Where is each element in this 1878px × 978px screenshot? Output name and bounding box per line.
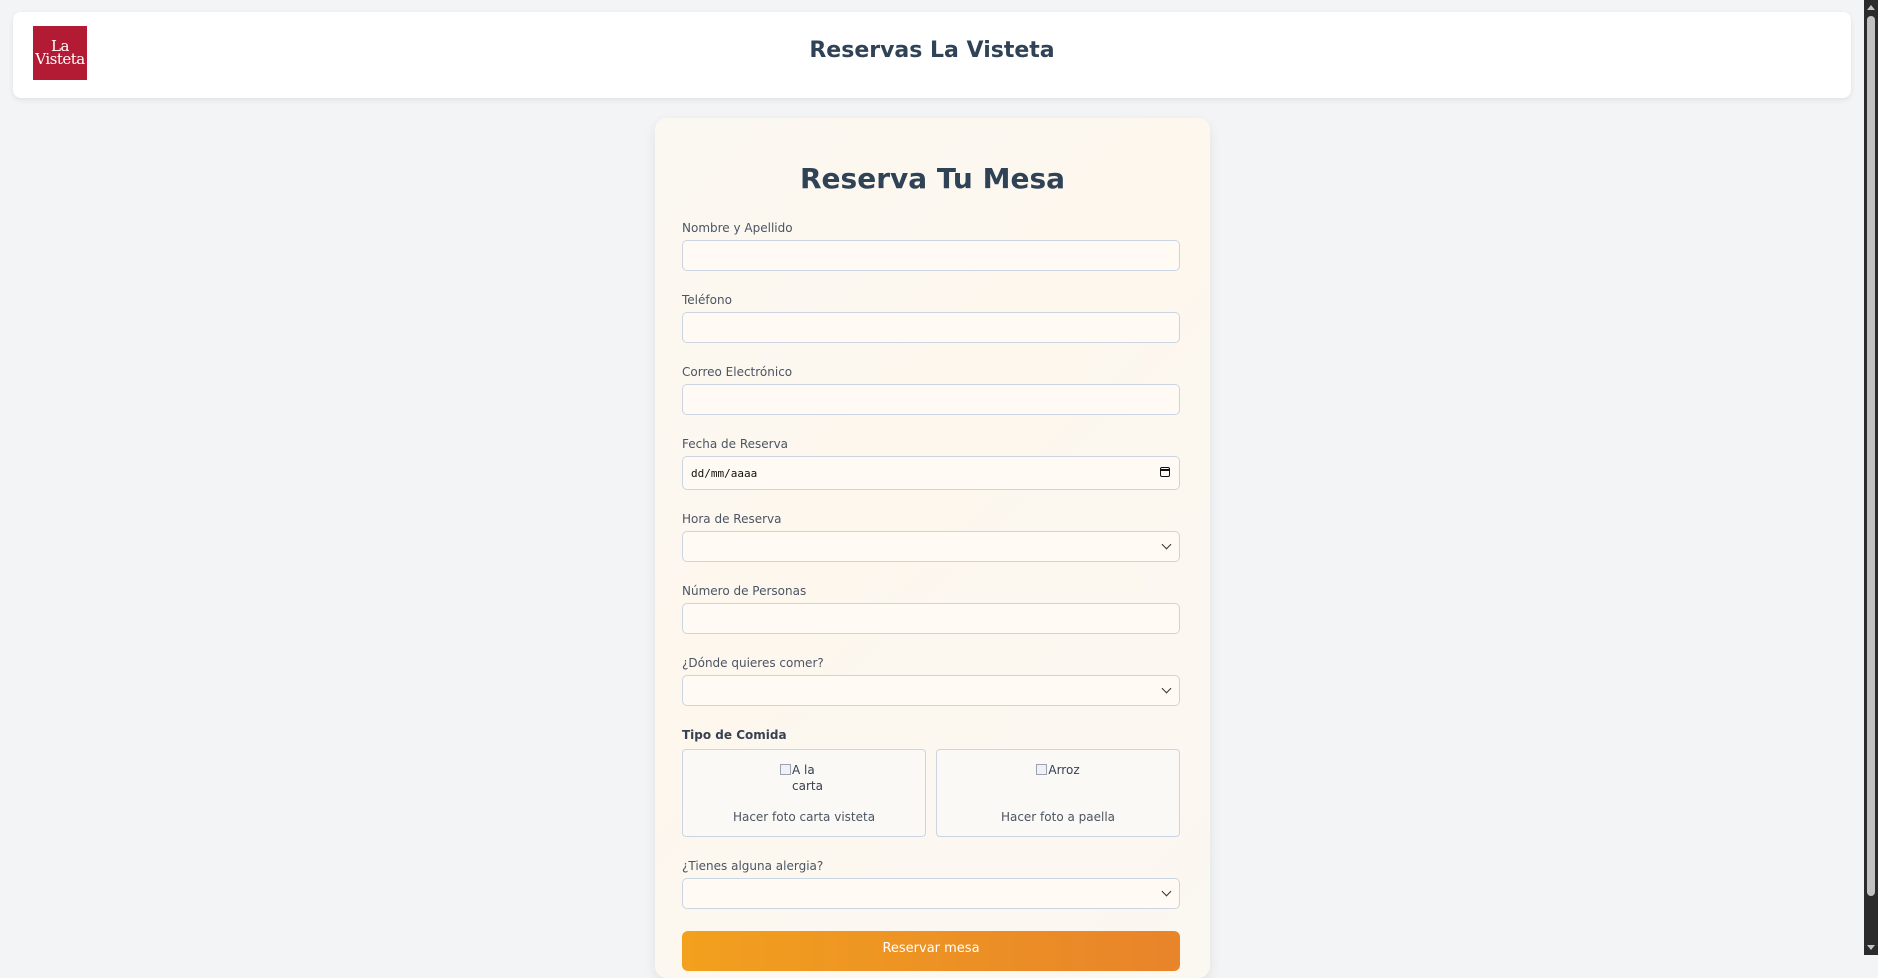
broken-image-icon [1036,764,1048,775]
email-label: Correo Electrónico [682,365,793,379]
date-input[interactable]: dd/mm/aaaa [682,456,1180,490]
location-select[interactable] [682,675,1180,706]
food-option-text: Hacer foto carta visteta [732,810,876,824]
chevron-down-icon [1161,886,1172,897]
chevron-down-icon [1161,539,1172,550]
scrollbar[interactable] [1864,0,1878,955]
scrollbar-thumb[interactable] [1867,16,1875,896]
page-title: Reservas La Visteta [809,38,1055,63]
time-label: Hora de Reserva [682,512,782,526]
name-label: Nombre y Apellido [682,221,793,235]
food-type-label: Tipo de Comida [682,728,787,742]
scroll-up-icon[interactable] [1867,5,1875,10]
phone-label: Teléfono [682,293,732,307]
food-option-image: A la carta [683,762,925,794]
image-alt-text: A la carta [792,763,823,793]
location-label: ¿Dónde quieres comer? [682,656,824,670]
name-input[interactable] [682,240,1180,271]
phone-input[interactable] [682,312,1180,343]
food-option-text: Hacer foto a paella [1000,810,1116,824]
date-placeholder: dd/mm/aaaa [691,467,758,480]
allergy-label: ¿Tienes alguna alergia? [682,859,824,873]
people-input[interactable] [682,603,1180,634]
chevron-down-icon [1161,683,1172,694]
reservation-form: Reserva Tu Mesa Nombre y Apellido Teléfo… [655,118,1210,978]
food-option-arroz[interactable]: Arroz Hacer foto a paella [936,749,1180,837]
form-title: Reserva Tu Mesa [799,162,1066,195]
food-option-image: Arroz [937,762,1179,778]
site-header: La Visteta Reservas La Visteta [13,12,1851,98]
email-input[interactable] [682,384,1180,415]
reserve-button[interactable]: Reservar mesa [682,931,1180,971]
time-select[interactable] [682,531,1180,562]
calendar-icon[interactable] [1160,467,1170,477]
food-option-a-la-carta[interactable]: A la carta Hacer foto carta visteta [682,749,926,837]
image-alt-text: Arroz [1048,763,1080,777]
people-label: Número de Personas [682,584,807,598]
broken-image-icon [780,764,791,775]
date-label: Fecha de Reserva [682,437,789,451]
allergy-select[interactable] [682,878,1180,909]
scroll-down-icon[interactable] [1867,945,1875,950]
